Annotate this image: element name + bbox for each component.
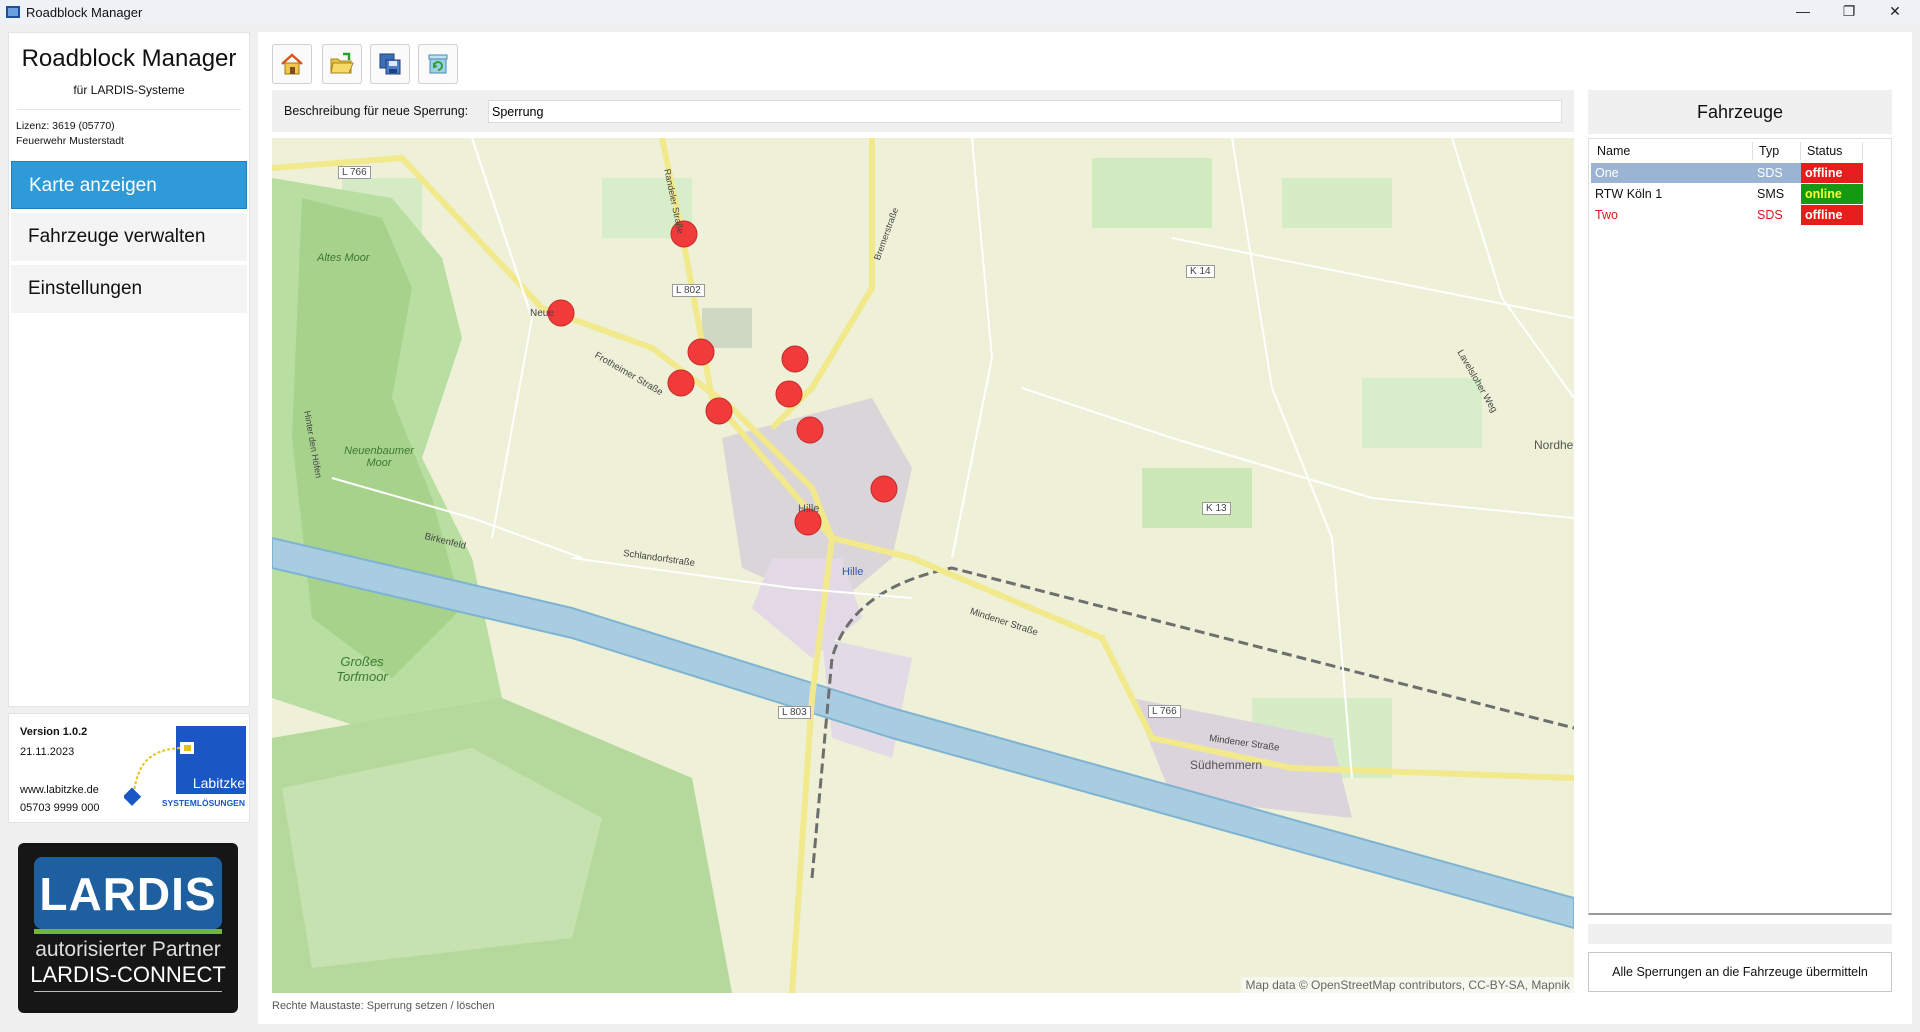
lardis-logo-badge: LARDIS <box>34 857 222 934</box>
map-view[interactable]: L 766 Altes Moor Neuenbaumer Moor L 802 … <box>272 138 1574 993</box>
sidebar: Roadblock Manager für LARDIS-Systeme Liz… <box>8 32 250 707</box>
nav-einstellungen[interactable]: Einstellungen <box>11 265 247 313</box>
home-icon <box>281 53 303 75</box>
map-label: Nordhe <box>1534 438 1574 452</box>
app-icon <box>6 6 20 18</box>
open-button[interactable] <box>322 44 362 84</box>
close-button[interactable]: ✕ <box>1872 0 1918 24</box>
map-label: L 802 <box>672 284 705 297</box>
partner-text: autorisierter Partner <box>35 938 221 961</box>
vehicle-name: One <box>1595 166 1619 180</box>
divider <box>17 109 241 110</box>
minimize-button[interactable]: — <box>1780 0 1826 24</box>
roadblock-marker <box>667 369 695 397</box>
column-header-type[interactable]: Typ <box>1753 142 1801 160</box>
map-label: L 766 <box>1148 705 1181 718</box>
refresh-button[interactable] <box>418 44 458 84</box>
lardis-partner-logo: LARDIS autorisierter Partner LARDIS-CONN… <box>18 843 238 1013</box>
lardis-logo-stripe <box>34 929 222 934</box>
roadblock-marker <box>687 338 715 366</box>
vehicle-row[interactable]: RTW Köln 1 SMS online <box>1591 184 1863 204</box>
window-title: Roadblock Manager <box>26 4 143 20</box>
map-label: K 13 <box>1202 502 1231 515</box>
map-canvas[interactable] <box>272 138 1574 993</box>
map-label: L 766 <box>338 166 371 179</box>
main-panel: Beschreibung für neue Sperrung: Sperrung… <box>258 32 1912 1024</box>
divider <box>34 991 222 992</box>
map-hint: Rechte Maustaste: Sperrung setzen / lösc… <box>272 1000 495 1012</box>
column-header-status[interactable]: Status <box>1801 142 1863 160</box>
roadblock-marker <box>775 380 803 408</box>
open-folder-icon <box>330 52 354 74</box>
vehicle-status: offline <box>1801 205 1863 225</box>
roadblock-marker <box>705 397 733 425</box>
labitzke-logo-name: Labitzke <box>193 775 245 791</box>
map-label: Hille <box>798 503 820 515</box>
map-label: K 14 <box>1186 265 1215 278</box>
license-number: Lizenz: 3619 (05770) <box>16 120 115 132</box>
description-input[interactable] <box>488 100 1562 123</box>
license-holder: Feuerwehr Musterstadt <box>16 135 124 147</box>
phone-number: 05703 9999 000 <box>20 802 100 814</box>
vehicle-row[interactable]: One SDS offline <box>1591 163 1863 183</box>
vehicles-table: Name Typ Status One SDS offline RTW Köln… <box>1588 138 1892 915</box>
vehicle-status: offline <box>1801 163 1863 183</box>
refresh-icon <box>428 54 448 74</box>
map-attribution: Map data © OpenStreetMap contributors, C… <box>1241 977 1574 993</box>
title-bar: Roadblock Manager — ❐ ✕ <box>0 0 1920 24</box>
map-label: Altes Moor <box>317 252 370 264</box>
version-box: Version 1.0.2 21.11.2023 www.labitzke.de… <box>8 713 250 823</box>
vehicle-type: SMS <box>1757 187 1785 201</box>
app-title: Roadblock Manager <box>21 45 237 72</box>
map-label: Südhemmern <box>1190 758 1263 772</box>
home-button[interactable] <box>272 44 312 84</box>
vehicles-title: Fahrzeuge <box>1588 90 1892 134</box>
column-header-name[interactable]: Name <box>1591 142 1753 160</box>
description-label: Beschreibung für neue Sperrung: <box>284 104 469 118</box>
website-link[interactable]: www.labitzke.de <box>20 784 99 796</box>
version-date: 21.11.2023 <box>20 746 75 758</box>
map-label: L 803 <box>778 706 811 719</box>
version-label: Version 1.0.2 <box>20 726 88 738</box>
vehicle-row[interactable]: Two SDS offline <box>1591 205 1863 225</box>
labitzke-logo: Labitzke SYSTEMLÖSUNGEN <box>122 726 246 816</box>
save-icon <box>379 53 401 75</box>
vehicle-status: online <box>1801 184 1863 204</box>
nav-fahrzeuge-verwalten[interactable]: Fahrzeuge verwalten <box>11 213 247 261</box>
vehicle-type: SDS <box>1757 208 1783 222</box>
description-bar: Beschreibung für neue Sperrung: <box>272 90 1574 132</box>
roadblock-marker <box>796 416 824 444</box>
restore-button[interactable]: ❐ <box>1826 0 1872 24</box>
labitzke-logo-sub: SYSTEMLÖSUNGEN <box>162 798 245 808</box>
map-label: Großes Torfmoor <box>336 654 388 684</box>
vehicle-type: SDS <box>1757 166 1783 180</box>
vehicles-scrollbar[interactable] <box>1588 924 1892 944</box>
license-info: Lizenz: 3619 (05770) Feuerwehr Mustersta… <box>16 119 124 149</box>
app-subtitle: für LARDIS-Systeme <box>73 83 185 97</box>
send-all-roadblocks-button[interactable]: Alle Sperrungen an die Fahrzeuge übermit… <box>1588 952 1892 992</box>
roadblock-marker <box>870 475 898 503</box>
save-button[interactable] <box>370 44 410 84</box>
map-label: Neue <box>530 308 554 319</box>
vehicle-name: Two <box>1595 208 1618 222</box>
map-label: Hille <box>842 566 864 578</box>
vehicle-name: RTW Köln 1 <box>1595 187 1663 201</box>
lardis-logo-text: LARDIS <box>39 868 217 920</box>
nav-karte-anzeigen[interactable]: Karte anzeigen <box>11 161 247 209</box>
connect-text: LARDIS-CONNECT <box>30 962 226 987</box>
roadblock-marker <box>781 345 809 373</box>
map-label: Neuenbaumer Moor <box>344 445 414 469</box>
